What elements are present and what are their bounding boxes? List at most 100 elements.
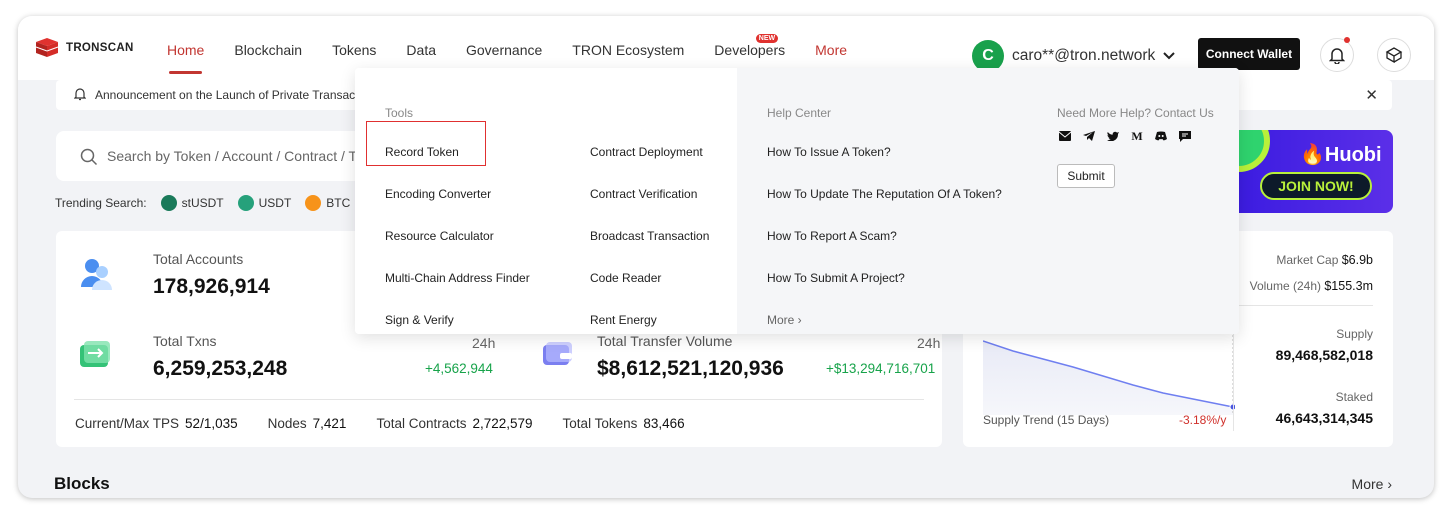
close-icon[interactable]: ✕ — [1365, 86, 1378, 104]
help-more-link[interactable]: More › — [767, 313, 802, 327]
new-badge: NEW — [755, 34, 779, 43]
nodes-metric[interactable]: Nodes 7,421 — [268, 416, 347, 431]
volume-row: Volume (24h) $155.3m — [1250, 279, 1373, 293]
contracts-metric[interactable]: Total Contracts 2,722,579 — [376, 416, 532, 431]
tool-contract-verification[interactable]: Contract Verification — [590, 187, 697, 201]
trending-item-stusdt[interactable]: stUSDT — [160, 195, 224, 211]
chat-icon[interactable] — [1177, 129, 1193, 143]
menu-governance[interactable]: Governance — [466, 42, 542, 58]
trending-item-label: stUSDT — [181, 196, 224, 210]
medium-icon[interactable]: M — [1129, 129, 1145, 143]
notifications-button[interactable] — [1320, 37, 1354, 72]
more-dropdown-menu: Tools Record Token Encoding Converter Re… — [355, 68, 1239, 334]
menu-developers[interactable]: Developers NEW — [714, 34, 786, 58]
supply-trend-pct: -3.18%/y — [1179, 413, 1227, 427]
tokens-value: 83,466 — [643, 416, 685, 431]
banner-brand-text: Huobi — [1324, 144, 1382, 166]
trending-search: Trending Search: stUSDT USDT BTC — [55, 195, 350, 211]
twitter-icon[interactable] — [1105, 129, 1121, 143]
trending-item-btc[interactable]: BTC — [305, 195, 350, 211]
txns-period: 24h — [472, 335, 496, 351]
total-txns-value: 6,259,253,248 — [153, 357, 288, 380]
email-icon[interactable] — [1057, 129, 1073, 143]
staked-label: Staked — [1335, 390, 1373, 404]
tps-metric: Current/Max TPS 52/1,035 — [75, 416, 238, 431]
help-issue-token[interactable]: How To Issue A Token? — [767, 145, 891, 159]
contact-header: Need More Help? Contact Us — [1057, 106, 1214, 120]
volume-label: Volume (24h) — [1249, 279, 1321, 293]
menu-tokens[interactable]: Tokens — [332, 42, 376, 58]
menu-tron-ecosystem[interactable]: TRON Ecosystem — [572, 42, 684, 58]
menu-blockchain[interactable]: Blockchain — [234, 42, 302, 58]
announcement-text[interactable]: Announcement on the Launch of Private Tr… — [95, 88, 361, 102]
chevron-down-icon — [1163, 52, 1175, 60]
search-input[interactable]: Search by Token / Account / Contract / T… — [56, 131, 386, 181]
record-token-highlight — [366, 121, 486, 166]
transfer-period: 24h — [917, 335, 941, 351]
usdt-icon — [237, 195, 254, 211]
total-accounts-value: 178,926,914 — [153, 275, 270, 298]
market-cap-value: $6.9b — [1341, 253, 1373, 267]
help-update-reputation[interactable]: How To Update The Reputation Of A Token? — [767, 187, 1002, 201]
connect-wallet-button[interactable]: Connect Wallet — [1198, 38, 1300, 70]
transfer-volume-icon — [543, 342, 572, 365]
blocks-title: Blocks — [54, 474, 110, 493]
logo[interactable]: TRONSCAN — [34, 38, 134, 58]
volume-value: $155.3m — [1324, 279, 1373, 293]
telegram-icon[interactable] — [1081, 129, 1097, 143]
transfer-volume-label: Total Transfer Volume — [597, 333, 733, 349]
tokens-metric[interactable]: Total Tokens 83,466 — [563, 416, 685, 431]
contracts-label: Total Contracts — [376, 416, 467, 431]
notification-dot — [1344, 37, 1350, 43]
transfer-volume-value: $8,612,521,120,936 — [597, 357, 784, 380]
tool-record-token[interactable]: Record Token — [385, 145, 459, 159]
join-now-button[interactable]: JOIN NOW! — [1260, 172, 1372, 200]
help-center-header: Help Center — [767, 106, 832, 120]
nodes-label: Nodes — [267, 416, 307, 431]
trending-item-usdt[interactable]: USDT — [237, 195, 291, 211]
tronscan-logo-icon — [35, 38, 59, 57]
blocks-more-link[interactable]: More › — [1352, 476, 1392, 492]
menu-developers-label: Developers — [714, 42, 786, 58]
logo-text: TRONSCAN — [66, 42, 134, 54]
staked-value: 46,643,314,345 — [1275, 410, 1373, 426]
main-menu: Home Blockchain Tokens Data Governance T… — [167, 34, 877, 74]
tool-rent-energy[interactable]: Rent Energy — [590, 313, 657, 327]
browser-frame: TRONSCAN Home Blockchain Tokens Data Gov… — [18, 16, 1434, 498]
menu-data[interactable]: Data — [406, 42, 436, 58]
discord-icon[interactable] — [1153, 129, 1169, 143]
transfer-delta: +$13,294,716,701 — [826, 361, 936, 376]
total-accounts-label: Total Accounts — [153, 251, 244, 267]
menu-home[interactable]: Home — [167, 42, 204, 74]
tool-code-reader[interactable]: Code Reader — [590, 271, 661, 285]
tool-resource-calculator[interactable]: Resource Calculator — [385, 229, 494, 243]
tps-label: Current/Max TPS — [75, 416, 180, 431]
market-cap-row: Market Cap $6.9b — [1276, 253, 1373, 267]
bell-icon — [1329, 47, 1345, 64]
stusdt-icon — [160, 195, 177, 211]
tool-multichain-address-finder[interactable]: Multi-Chain Address Finder — [385, 271, 530, 285]
trending-label: Trending Search: — [55, 196, 147, 210]
menu-more[interactable]: More — [815, 42, 847, 58]
tools-header: Tools — [385, 106, 414, 120]
supply-label: Supply — [1336, 327, 1373, 341]
divider — [74, 399, 924, 400]
tool-contract-deployment[interactable]: Contract Deployment — [590, 145, 703, 159]
submit-button[interactable]: Submit — [1057, 164, 1115, 188]
tool-sign-verify[interactable]: Sign & Verify — [385, 313, 454, 327]
banner-brand: 🔥Huobi — [1300, 144, 1382, 166]
tokens-label: Total Tokens — [562, 416, 638, 431]
blocks-more-label: More — [1351, 476, 1384, 492]
help-submit-project[interactable]: How To Submit A Project? — [767, 271, 905, 285]
market-cap-label: Market Cap — [1276, 253, 1339, 267]
bell-icon — [74, 88, 86, 101]
network-metrics-row: Current/Max TPS 52/1,035 Nodes 7,421 Total… — [75, 416, 715, 431]
tool-broadcast-transaction[interactable]: Broadcast Transaction — [590, 229, 709, 243]
supply-trend-chart — [983, 331, 1235, 415]
transactions-icon — [80, 341, 110, 367]
help-report-scam[interactable]: How To Report A Scam? — [767, 229, 897, 243]
huobi-banner[interactable]: 🔥Huobi JOIN NOW! — [1228, 130, 1393, 213]
wallet-menu-button[interactable] — [1377, 38, 1411, 72]
cube-icon — [1385, 47, 1403, 63]
tool-encoding-converter[interactable]: Encoding Converter — [385, 187, 491, 201]
